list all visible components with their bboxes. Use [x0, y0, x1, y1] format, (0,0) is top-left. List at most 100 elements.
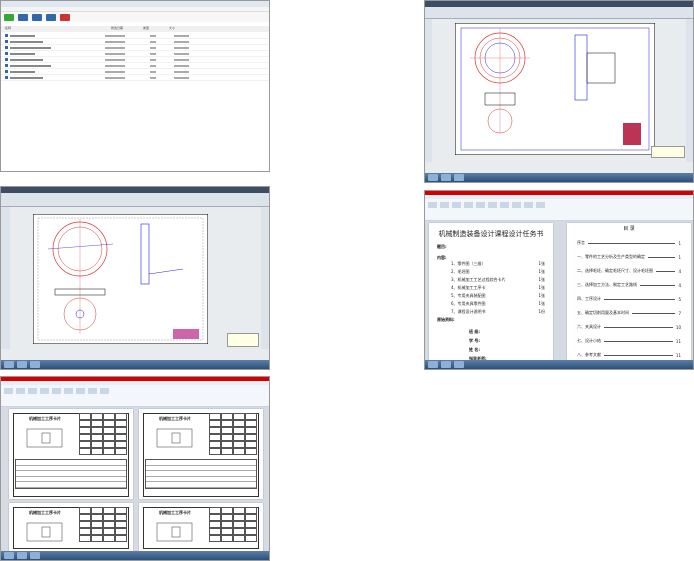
taskbar-item[interactable]: [454, 361, 464, 368]
start-button[interactable]: [4, 361, 14, 368]
task-item-text: 1、零件图（三维）: [451, 261, 486, 266]
process-card-page: 机械加工工序卡片: [139, 409, 263, 499]
col-date[interactable]: 修改日期: [111, 26, 123, 32]
notification-balloon[interactable]: [227, 333, 259, 347]
taskbar-item[interactable]: [441, 174, 451, 181]
task-item-text: 3、机械加工工艺过程综合卡片: [451, 277, 506, 282]
cad-window-2: [0, 186, 270, 370]
title-block: [623, 123, 641, 145]
process-card-page: 机械加工工序卡片: [9, 409, 133, 499]
signature-line: 学 号:: [469, 338, 480, 343]
toc-entry[interactable]: 序言 1: [577, 240, 681, 246]
task-items: 1、零件图（三维） 1张 2、毛坯图 1张 3、机械加工工艺过程综合卡片 1张 4、机械加工…: [437, 261, 545, 315]
task-item: 5、专用夹具装配图 1张: [451, 293, 545, 299]
process-card-page: 机械加工工序卡片: [9, 503, 133, 551]
ribbon: [425, 199, 693, 221]
toc-entry[interactable]: 八、参考文献 11: [577, 352, 681, 358]
toc-entry[interactable]: 一、零件的工艺分析及生产类型的确定 1: [577, 254, 681, 260]
file-explorer-window: 名称 修改日期 类型 大小: [0, 0, 270, 172]
part-sketch: [26, 522, 63, 542]
toc-entry[interactable]: 五、确定切削用量及基本时间 7: [577, 310, 681, 316]
toc-entry-text: 五、确定切削用量及基本时间: [577, 310, 629, 315]
process-card-page: 机械加工工序卡片: [139, 503, 263, 551]
ribbon: [1, 385, 269, 407]
card-title: 机械加工工序卡片: [159, 416, 191, 421]
task-item: 2、毛坯图 1张: [451, 269, 545, 275]
task-item: 4、机械加工工序卡 1张: [451, 285, 545, 291]
cad-toolbar[interactable]: [425, 7, 693, 19]
start-button[interactable]: [428, 361, 438, 368]
toc-entry-page: 11: [675, 352, 681, 358]
back-icon[interactable]: [4, 14, 14, 21]
toc-list: 序言 1 一、零件的工艺分析及生产类型的确定 1 二、选择毛坯、确定毛坯尺寸、设计毛坯图…: [577, 240, 681, 358]
taskbar-item[interactable]: [454, 174, 464, 181]
task-item-text: 7、课程设计说明书: [451, 309, 486, 314]
toc-entry-page: 11: [675, 338, 681, 344]
toc-entry-text: 序言: [577, 240, 585, 245]
source-label: 原始资料:: [437, 317, 455, 322]
task-item-count: 1张: [538, 261, 545, 266]
drawing-sheet[interactable]: [33, 214, 208, 344]
start-button[interactable]: [428, 174, 438, 181]
right-tool-palette[interactable]: [686, 19, 693, 162]
task-item: 3、机械加工工艺过程综合卡片 1张: [451, 277, 545, 283]
file-row[interactable]: [1, 75, 269, 81]
delete-icon[interactable]: [60, 14, 70, 21]
toc-entry[interactable]: 六、夹具设计 10: [577, 324, 681, 330]
toc-entry[interactable]: 七、设计小结 11: [577, 338, 681, 344]
toc-entry[interactable]: 四、工序设计 5: [577, 296, 681, 302]
toc-entry[interactable]: 二、选择毛坯、确定毛坯尺寸、设计毛坯图 4: [577, 268, 681, 274]
left-tool-palette[interactable]: [1, 207, 10, 349]
toc-entry-page: 5: [678, 296, 681, 302]
taskbar: [1, 551, 269, 560]
toc-entry-text: 六、夹具设计: [577, 324, 601, 329]
col-size[interactable]: 大小: [169, 26, 175, 32]
toc-entry-page: 4: [678, 282, 681, 288]
toc-entry-text: 三、选择加工方法、制定工艺路线: [577, 282, 637, 287]
task-item-count: 1张: [538, 285, 545, 290]
taskbar: [425, 360, 693, 369]
taskbar-item[interactable]: [441, 361, 451, 368]
toc-entry[interactable]: 三、选择加工方法、制定工艺路线 4: [577, 282, 681, 288]
task-item: 6、专用夹具零件图 1张: [451, 301, 545, 307]
task-item-count: 1张: [538, 293, 545, 298]
move-icon[interactable]: [46, 14, 56, 21]
task-item: 7、课程设计说明书 1份: [451, 309, 545, 315]
copy-icon[interactable]: [32, 14, 42, 21]
left-tool-palette[interactable]: [425, 19, 432, 162]
col-type[interactable]: 类型: [143, 26, 149, 32]
task-item: 1、零件图（三维） 1张: [451, 261, 545, 267]
card-title: 机械加工工序卡片: [159, 510, 191, 515]
folder-icon[interactable]: [18, 14, 28, 21]
col-name[interactable]: 名称: [5, 26, 11, 32]
task-item-text: 4、机械加工工序卡: [451, 285, 486, 290]
task-item-count: 1张: [538, 269, 545, 274]
cad-toolbar[interactable]: [1, 193, 269, 207]
taskbar-item[interactable]: [30, 361, 40, 368]
taskbar-item[interactable]: [17, 552, 27, 559]
doc-title: 机械制造装备设计课程设计任务书: [438, 230, 544, 238]
part-sketch: [156, 522, 193, 542]
task-item-text: 2、毛坯图: [451, 269, 470, 274]
right-tool-palette[interactable]: [261, 207, 269, 349]
toc-entry-page: 10: [675, 324, 681, 330]
column-headers: 名称 修改日期 类型 大小: [1, 26, 269, 32]
notification-balloon[interactable]: [651, 146, 685, 158]
toc-entry-text: 七、设计小结: [577, 338, 601, 343]
taskbar-item[interactable]: [30, 552, 40, 559]
drawing-sheet[interactable]: [455, 23, 655, 155]
taskbar-item[interactable]: [17, 361, 27, 368]
toc-heading: 目 录: [623, 226, 635, 232]
task-item-text: 5、专用夹具装配图: [451, 293, 486, 298]
toc-entry-text: 二、选择毛坯、确定毛坯尺寸、设计毛坯图: [577, 268, 653, 273]
subject-label: 题目:: [437, 244, 447, 249]
toc-entry-text: 四、工序设计: [577, 296, 601, 301]
task-item-count: 1张: [538, 277, 545, 282]
start-button[interactable]: [4, 552, 14, 559]
card-title: 机械加工工序卡片: [29, 416, 61, 421]
toc-entry-text: 八、参考文献: [577, 352, 601, 357]
toc-entry-text: 一、零件的工艺分析及生产类型的确定: [577, 254, 645, 259]
card-title: 机械加工工序卡片: [29, 510, 61, 515]
toc-entry-page: 7: [678, 310, 681, 316]
page-task-book: 机械制造装备设计课程设计任务书 题目: 内容: 1、零件图（三维） 1张 2、毛坯图…: [429, 223, 553, 361]
